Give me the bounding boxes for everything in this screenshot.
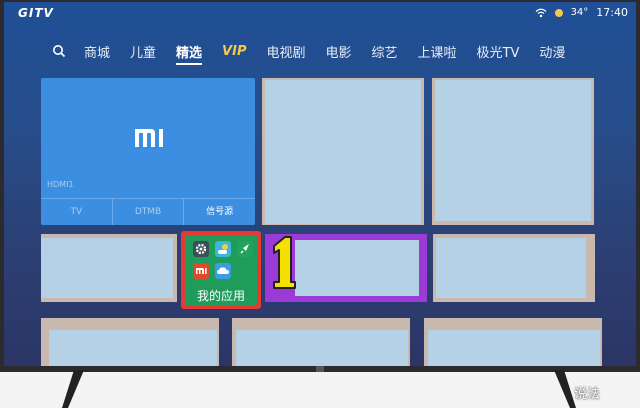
content-tile-3-thumbnail [41, 238, 173, 298]
nav-item-kids[interactable]: 儿童 [130, 42, 156, 61]
content-tile-6[interactable] [232, 318, 410, 366]
content-tile-2[interactable] [432, 78, 594, 225]
annotation-number-1 [273, 236, 296, 289]
focused-content-thumbnail [295, 240, 419, 296]
my-apps-tile[interactable]: 我的应用 [181, 231, 261, 309]
status-bar: 34° 17:40 [535, 6, 628, 19]
content-tile-3[interactable] [41, 234, 177, 302]
content-tile-1-thumbnail [265, 80, 421, 224]
content-tile-5-thumbnail [49, 330, 217, 366]
nav-item-tv-series[interactable]: 电视剧 [266, 42, 305, 61]
my-apps-label: 我的应用 [196, 289, 245, 303]
settings-icon [193, 241, 209, 257]
tv-screen: GITV 34° 17:40 商城 儿童 精选 VIP 电视剧 电影 综艺 上课… [4, 2, 636, 366]
nav-item-mall[interactable]: 商城 [84, 42, 110, 61]
nav-item-variety[interactable]: 综艺 [372, 42, 398, 61]
my-apps-panel: 我的应用 [185, 235, 257, 305]
content-tile-5[interactable] [41, 318, 219, 366]
content-tile-4-thumbnail [436, 238, 586, 298]
hdmi-input-label: HDMI1 [47, 180, 74, 189]
nav-item-classes[interactable]: 上课啦 [418, 42, 457, 61]
content-tile-2-thumbnail [435, 80, 591, 221]
top-nav: 商城 儿童 精选 VIP 电视剧 电影 综艺 上课啦 极光TV 动漫 [52, 40, 585, 65]
nav-item-featured[interactable]: 精选 [176, 42, 203, 65]
weather-icon [215, 241, 231, 257]
content-tile-4[interactable] [433, 234, 595, 302]
watermark: 说法 [573, 387, 600, 402]
content-tile-7[interactable] [424, 318, 602, 366]
mi-logo [135, 129, 163, 147]
mi-icon [193, 263, 209, 279]
source-tabs: TV DTMB 信号源 [41, 198, 255, 225]
search-icon[interactable] [52, 44, 66, 58]
nav-item-vip[interactable]: VIP [222, 44, 246, 59]
tv-stand-left [62, 370, 84, 408]
tv-frame: GITV 34° 17:40 商城 儿童 精选 VIP 电视剧 电影 综艺 上课… [0, 0, 640, 372]
nav-item-movies[interactable]: 电影 [326, 42, 352, 61]
wifi-icon [535, 8, 546, 17]
weather-sun-icon [554, 8, 563, 17]
nav-item-anime[interactable]: 动漫 [539, 42, 565, 61]
brand-badge [316, 366, 324, 372]
content-tile-1[interactable] [262, 78, 424, 225]
source-tab-signal-source[interactable]: 信号源 [184, 199, 255, 225]
source-tab-tv[interactable]: TV [41, 199, 113, 225]
temperature: 34° [570, 7, 589, 18]
content-tile-7-thumbnail [428, 330, 600, 366]
signal-source-tile[interactable]: HDMI1 TV DTMB 信号源 [41, 78, 255, 225]
source-tab-dtmb[interactable]: DTMB [113, 199, 185, 225]
nav-item-aurora-tv[interactable]: 极光TV [477, 42, 520, 61]
tv-stand-right [554, 370, 576, 408]
cloud-icon [215, 263, 231, 279]
gitv-logo: GITV [18, 6, 54, 20]
rocket-icon [237, 241, 253, 257]
clock: 17:40 [596, 6, 628, 19]
content-tile-6-thumbnail [236, 330, 408, 366]
